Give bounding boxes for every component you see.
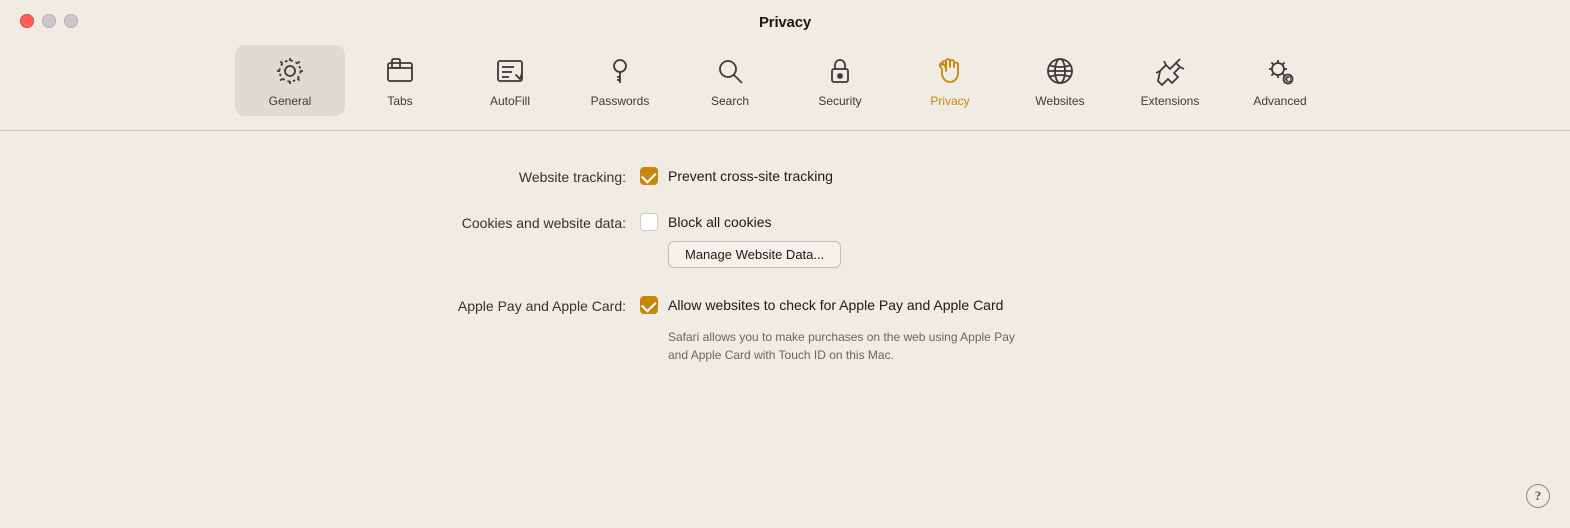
tab-extensions-label: Extensions xyxy=(1141,94,1200,108)
autofill-icon xyxy=(492,53,528,89)
tab-tabs-label: Tabs xyxy=(387,94,412,108)
passwords-icon xyxy=(602,53,638,89)
general-icon xyxy=(272,53,308,89)
maximize-button[interactable] xyxy=(64,14,78,28)
tab-tabs[interactable]: Tabs xyxy=(345,45,455,116)
search-icon xyxy=(712,53,748,89)
tab-extensions[interactable]: Extensions xyxy=(1115,45,1225,116)
close-button[interactable] xyxy=(20,14,34,28)
tabs-icon xyxy=(382,53,418,89)
website-tracking-checkbox[interactable] xyxy=(640,167,658,185)
tab-autofill-label: AutoFill xyxy=(490,94,530,108)
website-tracking-row: Website tracking: Prevent cross-site tra… xyxy=(0,167,1570,185)
security-icon xyxy=(822,53,858,89)
toolbar: General Tabs AutoFill xyxy=(0,41,1570,130)
apple-pay-checkbox-row: Allow websites to check for Apple Pay an… xyxy=(640,296,1003,314)
apple-pay-checkbox-label: Allow websites to check for Apple Pay an… xyxy=(668,297,1003,313)
website-tracking-checkbox-row: Prevent cross-site tracking xyxy=(640,167,833,185)
tab-general-label: General xyxy=(269,94,312,108)
tab-privacy-label: Privacy xyxy=(930,94,969,108)
apple-pay-control: Allow websites to check for Apple Pay an… xyxy=(640,296,1015,364)
tab-websites[interactable]: Websites xyxy=(1005,45,1115,116)
apple-pay-checkbox[interactable] xyxy=(640,296,658,314)
advanced-icon xyxy=(1262,53,1298,89)
help-button[interactable]: ? xyxy=(1526,484,1550,508)
extensions-icon xyxy=(1152,53,1188,89)
window-controls xyxy=(20,14,78,28)
content-area: Website tracking: Prevent cross-site tra… xyxy=(0,131,1570,364)
privacy-icon xyxy=(932,53,968,89)
tab-advanced[interactable]: Advanced xyxy=(1225,45,1335,116)
website-tracking-checkbox-label: Prevent cross-site tracking xyxy=(668,168,833,184)
tab-security[interactable]: Security xyxy=(785,45,895,116)
apple-pay-label: Apple Pay and Apple Card: xyxy=(20,296,640,314)
apple-pay-row: Apple Pay and Apple Card: Allow websites… xyxy=(0,296,1570,364)
tab-search-label: Search xyxy=(711,94,749,108)
cookies-label: Cookies and website data: xyxy=(20,213,640,231)
cookies-checkbox[interactable] xyxy=(640,213,658,231)
cookies-control: Block all cookies Manage Website Data... xyxy=(640,213,841,268)
tab-websites-label: Websites xyxy=(1035,94,1084,108)
manage-website-data-button[interactable]: Manage Website Data... xyxy=(668,241,841,268)
apple-pay-sublabel: Safari allows you to make purchases on t… xyxy=(668,328,1015,364)
website-tracking-control: Prevent cross-site tracking xyxy=(640,167,833,185)
tab-passwords[interactable]: Passwords xyxy=(565,45,675,116)
minimize-button[interactable] xyxy=(42,14,56,28)
cookies-checkbox-row: Block all cookies xyxy=(640,213,772,231)
cookies-row: Cookies and website data: Block all cook… xyxy=(0,213,1570,268)
website-tracking-label: Website tracking: xyxy=(20,167,640,185)
tab-advanced-label: Advanced xyxy=(1253,94,1306,108)
window-title: Privacy xyxy=(759,14,811,31)
tab-security-label: Security xyxy=(818,94,861,108)
tab-privacy[interactable]: Privacy xyxy=(895,45,1005,116)
tab-general[interactable]: General xyxy=(235,45,345,116)
tab-autofill[interactable]: AutoFill xyxy=(455,45,565,116)
cookies-checkbox-label: Block all cookies xyxy=(668,214,772,230)
tab-passwords-label: Passwords xyxy=(591,94,650,108)
tab-search[interactable]: Search xyxy=(675,45,785,116)
titlebar: Privacy xyxy=(0,0,1570,41)
websites-icon xyxy=(1042,53,1078,89)
